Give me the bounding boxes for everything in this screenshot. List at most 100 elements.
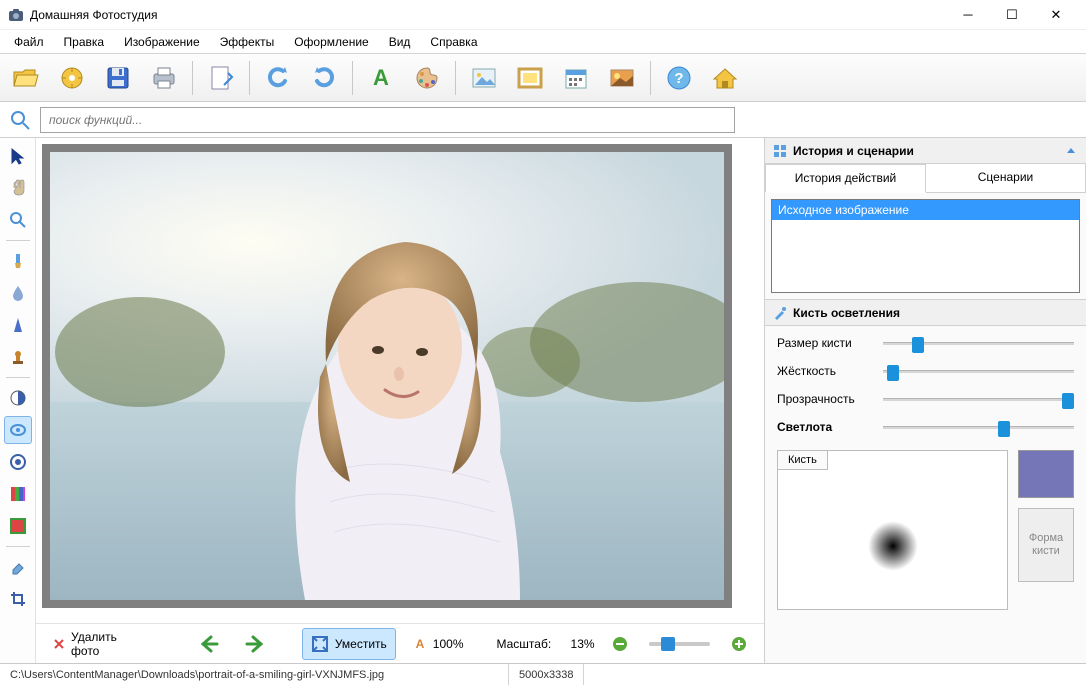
next-photo-button[interactable] xyxy=(236,628,276,660)
zoom-tool[interactable] xyxy=(4,206,32,234)
delete-icon xyxy=(53,635,65,653)
menu-design[interactable]: Оформление xyxy=(284,32,378,52)
photo-placeholder xyxy=(50,152,724,600)
fit-label: Уместить xyxy=(335,637,387,651)
hundred-label: 100% xyxy=(433,637,464,651)
history-item[interactable]: Исходное изображение xyxy=(772,200,1079,220)
delete-photo-button[interactable]: Удалить фото xyxy=(44,628,132,660)
zoom-in-button[interactable] xyxy=(722,628,756,660)
menubar: Файл Правка Изображение Эффекты Оформлен… xyxy=(0,30,1086,54)
brush-size-row: Размер кисти xyxy=(777,336,1074,350)
menu-help[interactable]: Справка xyxy=(420,32,487,52)
bottom-toolbar: Удалить фото Уместить A 100% Масштаб: 13… xyxy=(36,623,764,663)
stamp-tool[interactable] xyxy=(4,343,32,371)
hand-tool[interactable] xyxy=(4,174,32,202)
collapse-icon[interactable] xyxy=(1064,144,1078,158)
main-toolbar: A ? xyxy=(0,54,1086,102)
menu-edit[interactable]: Правка xyxy=(54,32,115,52)
text-button[interactable]: A xyxy=(359,58,403,98)
brush-panel-title: Кисть осветления xyxy=(793,306,900,320)
fit-icon xyxy=(311,635,329,653)
brush-preview: Кисть xyxy=(777,450,1008,610)
calendar-button[interactable] xyxy=(554,58,598,98)
canvas-area xyxy=(36,138,764,623)
brush-panel: Кисть осветления Размер кисти Жёсткость … xyxy=(765,299,1086,622)
minimize-button[interactable]: ─ xyxy=(946,0,990,30)
svg-text:A: A xyxy=(373,65,389,90)
save-button[interactable] xyxy=(96,58,140,98)
gradient-tool[interactable] xyxy=(4,480,32,508)
postcard-button[interactable] xyxy=(600,58,644,98)
zoom-out-button[interactable] xyxy=(603,628,637,660)
status-filepath: C:\Users\ContentManager\Downloads\portra… xyxy=(0,664,509,685)
home-button[interactable] xyxy=(703,58,747,98)
crop-tool[interactable] xyxy=(4,585,32,613)
prev-photo-button[interactable] xyxy=(188,628,228,660)
svg-text:?: ? xyxy=(674,70,683,87)
help-button[interactable]: ? xyxy=(657,58,701,98)
brush-opacity-label: Прозрачность xyxy=(777,392,875,406)
menu-view[interactable]: Вид xyxy=(379,32,421,52)
tab-scenarios[interactable]: Сценарии xyxy=(926,164,1086,192)
brush-opacity-slider[interactable] xyxy=(883,398,1074,401)
fit-button[interactable]: Уместить xyxy=(302,628,396,660)
menu-image[interactable]: Изображение xyxy=(114,32,210,52)
maximize-button[interactable]: ☐ xyxy=(990,0,1034,30)
search-row xyxy=(0,102,1086,138)
replace-color-tool[interactable]: + xyxy=(4,512,32,540)
scale-value: 13% xyxy=(571,637,595,651)
brush-color-swatch[interactable] xyxy=(1018,450,1074,498)
app-title: Домашняя Фотостудия xyxy=(30,8,946,22)
search-input[interactable] xyxy=(40,107,735,133)
blur-tool[interactable] xyxy=(4,279,32,307)
scale-label: Масштаб: xyxy=(497,637,552,651)
status-bar: C:\Users\ContentManager\Downloads\portra… xyxy=(0,663,1086,685)
palette-button[interactable] xyxy=(405,58,449,98)
save-as-button[interactable] xyxy=(199,58,243,98)
sharpen-tool[interactable] xyxy=(4,311,32,339)
frame-button[interactable] xyxy=(508,58,552,98)
open-button[interactable] xyxy=(4,58,48,98)
tab-history[interactable]: История действий xyxy=(765,164,926,193)
lighten-tool[interactable] xyxy=(4,416,32,444)
brush-lightness-row: Светлота xyxy=(777,420,1074,434)
hundred-percent-button[interactable]: A 100% xyxy=(404,628,473,660)
history-list[interactable]: Исходное изображение xyxy=(771,199,1080,293)
brush-opacity-row: Прозрачность xyxy=(777,392,1074,406)
undo-button[interactable] xyxy=(256,58,300,98)
search-icon[interactable] xyxy=(6,106,34,134)
pointer-tool[interactable] xyxy=(4,142,32,170)
preview-tab-label[interactable]: Кисть xyxy=(777,450,828,470)
menu-file[interactable]: Файл xyxy=(4,32,54,52)
svg-text:+: + xyxy=(22,518,26,527)
eraser-tool[interactable] xyxy=(4,553,32,581)
brush-size-slider[interactable] xyxy=(883,342,1074,345)
brush-hardness-row: Жёсткость xyxy=(777,364,1074,378)
brush-hardness-label: Жёсткость xyxy=(777,364,875,378)
sponge-tool[interactable] xyxy=(4,448,32,476)
history-icon xyxy=(773,144,787,158)
brush-dot xyxy=(868,521,918,571)
main-area: + xyxy=(0,138,1086,663)
app-icon xyxy=(8,7,24,23)
menu-effects[interactable]: Эффекты xyxy=(210,32,285,52)
history-tabs: История действий Сценарии xyxy=(765,164,1086,193)
close-button[interactable]: ✕ xyxy=(1034,0,1078,30)
brush-hardness-slider[interactable] xyxy=(883,370,1074,373)
brush-preview-row: Кисть Форма кисти xyxy=(765,444,1086,622)
tools-toolbar: + xyxy=(0,138,36,663)
brush-size-label: Размер кисти xyxy=(777,336,875,350)
brush-shape-button[interactable]: Форма кисти xyxy=(1018,508,1074,582)
delete-label: Удалить фото xyxy=(71,630,123,658)
status-dimensions: 5000x3338 xyxy=(509,664,584,685)
brush-lightness-slider[interactable] xyxy=(883,426,1074,429)
recent-button[interactable] xyxy=(50,58,94,98)
image-button[interactable] xyxy=(462,58,506,98)
zoom-slider[interactable] xyxy=(649,642,710,646)
darken-tool[interactable] xyxy=(4,384,32,412)
redo-button[interactable] xyxy=(302,58,346,98)
brush-tool[interactable] xyxy=(4,247,32,275)
brush-panel-icon xyxy=(773,306,787,320)
canvas-frame[interactable] xyxy=(42,144,732,608)
print-button[interactable] xyxy=(142,58,186,98)
